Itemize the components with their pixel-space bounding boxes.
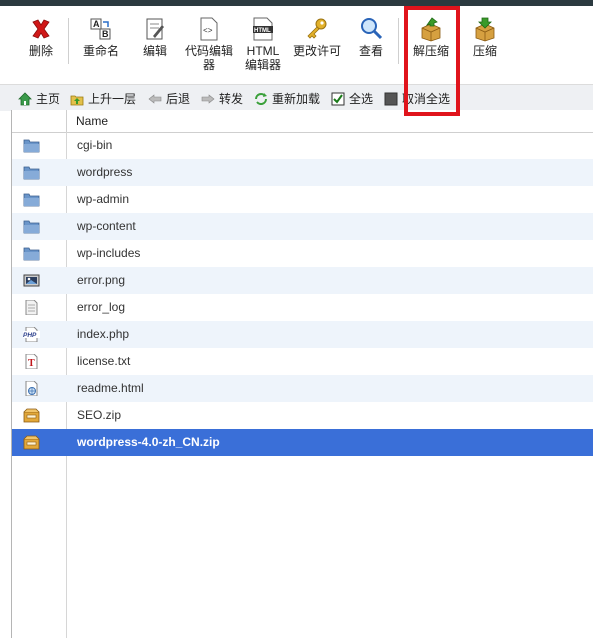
php-file-icon: PHP <box>23 326 40 343</box>
file-row[interactable]: wp-admin <box>12 186 593 213</box>
file-name[interactable]: wordpress <box>77 165 132 179</box>
home-button[interactable]: 主页 <box>18 90 60 107</box>
extract-highlight-box <box>404 6 460 116</box>
select-all-label: 全选 <box>349 92 374 106</box>
svg-text:HTML: HTML <box>254 28 271 34</box>
code-editor-button[interactable]: <> 代码编辑 器 <box>184 16 234 72</box>
reload-label: 重新加载 <box>272 92 321 106</box>
html-editor-label-line2: 编辑器 <box>244 58 281 72</box>
file-row[interactable]: cgi-bin <box>12 132 593 159</box>
forward-arrow-icon <box>201 93 215 104</box>
file-row[interactable]: error.png <box>12 267 593 294</box>
file-name[interactable]: wp-content <box>77 219 136 233</box>
checkbox-checked-icon <box>331 92 345 105</box>
file-row[interactable]: readme.html <box>12 375 593 402</box>
code-editor-label-line1: 代码编辑 <box>184 44 233 58</box>
folder-icon <box>23 219 40 234</box>
reload-button[interactable]: 重新加载 <box>254 90 320 107</box>
up-one-level-label: 上升一层 <box>88 92 137 106</box>
html-editor-icon: HTML <box>253 17 273 41</box>
code-editor-icon: <> <box>200 17 218 41</box>
rename-label: 重命名 <box>82 44 119 58</box>
text-file-icon <box>23 299 40 316</box>
txt-file-icon: T <box>23 353 40 370</box>
svg-text:T: T <box>28 358 35 369</box>
file-name[interactable]: readme.html <box>77 381 144 395</box>
file-row[interactable]: Tlicense.txt <box>12 348 593 375</box>
file-name[interactable]: cgi-bin <box>77 138 112 152</box>
select-all-button[interactable]: 全选 <box>331 90 373 107</box>
code-editor-label-line2: 器 <box>202 58 215 72</box>
file-name[interactable]: wordpress-4.0-zh_CN.zip <box>77 435 220 449</box>
file-toolbar: 删除 A B 重命名 编辑 <> 代码编辑 器 HTML HTML 编辑器 更改… <box>0 6 593 83</box>
image-file-icon <box>23 273 40 288</box>
checkbox-unchecked-icon <box>384 92 398 105</box>
back-label: 后退 <box>166 92 191 106</box>
html-file-icon <box>23 380 40 397</box>
file-row[interactable]: wordpress <box>12 159 593 186</box>
forward-label: 转发 <box>219 92 244 106</box>
file-name[interactable]: index.php <box>77 327 129 341</box>
change-permissions-label: 更改许可 <box>292 44 341 58</box>
up-folder-icon <box>70 95 84 105</box>
magnifier-icon <box>361 18 383 40</box>
toolbar-separator <box>68 18 69 64</box>
file-list-header: Name <box>12 110 593 133</box>
back-arrow-icon <box>148 93 162 104</box>
compress-box-icon <box>475 17 495 42</box>
rename-icon: A B <box>90 18 111 40</box>
forward-button[interactable]: 转发 <box>201 90 243 107</box>
back-button[interactable]: 后退 <box>148 90 190 107</box>
svg-text:<>: <> <box>203 27 213 36</box>
file-row[interactable]: wp-includes <box>12 240 593 267</box>
svg-text:B: B <box>102 29 109 39</box>
archive-icon <box>23 408 40 423</box>
folder-icon <box>23 165 40 180</box>
compress-button[interactable]: 压缩 <box>470 16 500 58</box>
file-row[interactable]: wp-content <box>12 213 593 240</box>
folder-icon <box>23 192 40 207</box>
file-name[interactable]: error.png <box>77 273 125 287</box>
file-name[interactable]: license.txt <box>77 354 130 368</box>
up-one-level-button[interactable]: 上升一层 <box>70 90 136 107</box>
home-label: 主页 <box>36 92 61 106</box>
archive-icon <box>23 435 40 450</box>
home-icon <box>18 91 32 105</box>
change-permissions-button[interactable]: 更改许可 <box>291 16 343 58</box>
file-name[interactable]: SEO.zip <box>77 408 121 422</box>
reload-icon <box>255 92 267 105</box>
file-name[interactable]: wp-includes <box>77 246 140 260</box>
file-list: Name cgi-bin wordpress wp-admin wp-content w… <box>11 110 593 638</box>
file-row[interactable]: wordpress-4.0-zh_CN.zip <box>12 429 593 456</box>
delete-button[interactable]: 删除 <box>26 16 56 58</box>
svg-text:A: A <box>93 19 100 29</box>
svg-text:PHP: PHP <box>23 332 37 339</box>
file-row[interactable]: SEO.zip <box>12 402 593 429</box>
rename-button[interactable]: A B 重命名 <box>80 16 122 58</box>
delete-icon <box>32 19 50 39</box>
key-icon <box>307 18 327 39</box>
delete-label: 删除 <box>28 44 53 58</box>
file-name[interactable]: error_log <box>77 300 125 314</box>
html-editor-label-line1: HTML <box>246 44 280 58</box>
compress-label: 压缩 <box>472 44 497 58</box>
view-label: 查看 <box>358 44 383 58</box>
edit-icon <box>146 18 164 40</box>
file-row[interactable]: error_log <box>12 294 593 321</box>
navigation-bar: 主页 上升一层 后退 转发 重新加载 全选 取消全选 <box>0 84 593 111</box>
icon-column-header <box>12 110 67 132</box>
name-column-header[interactable]: Name <box>76 114 108 128</box>
toolbar-separator <box>398 18 399 64</box>
view-button[interactable]: 查看 <box>356 16 386 58</box>
html-editor-button[interactable]: HTML HTML 编辑器 <box>243 16 283 72</box>
file-name[interactable]: wp-admin <box>77 192 129 206</box>
edit-button[interactable]: 编辑 <box>140 16 170 58</box>
file-row[interactable]: PHP index.php <box>12 321 593 348</box>
folder-icon <box>23 246 40 261</box>
folder-icon <box>23 138 40 153</box>
edit-label: 编辑 <box>142 44 167 58</box>
